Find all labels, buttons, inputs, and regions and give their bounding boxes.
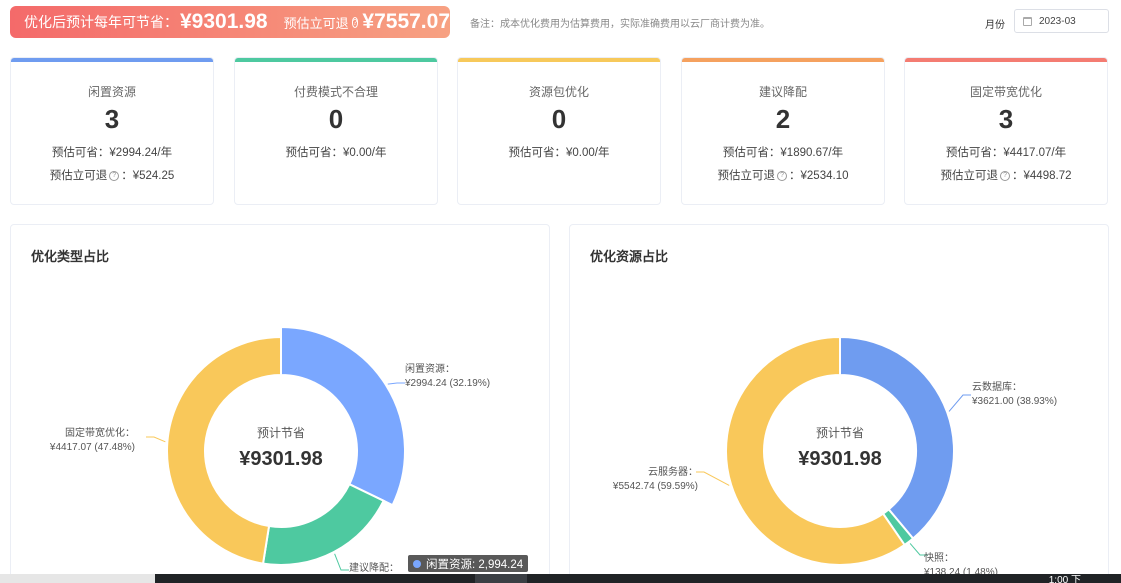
card-accent-bar (905, 58, 1107, 62)
annual-savings-value: ¥9301.98 (180, 10, 268, 33)
card-title: 闲置资源 (87, 85, 136, 99)
card-refund-value: ：¥4498.72 (1012, 170, 1072, 182)
cost-note: 备注：成本优化费用为估算费用，实际准确费用以云厂商计费为准。 (470, 19, 770, 30)
card-refund: 预估立可退? ：¥4498.72 (905, 167, 1107, 183)
refund-value: ¥7557.07 (362, 10, 450, 33)
card-refund: 预估立可退? ：¥2534.10 (682, 167, 884, 183)
month-label: 月份 (985, 20, 1005, 31)
slice-label-name: 快照： (924, 552, 954, 564)
slice-leader-line (387, 382, 405, 385)
chart-tooltip: 闲置资源: 2,994.24 (408, 555, 529, 572)
card-accent-bar (682, 58, 884, 62)
card-refund: 预估立可退? ：¥524.25 (11, 167, 213, 183)
summary-card[interactable]: 闲置资源 3 预估可省：¥2994.24/年 预估立可退? ：¥524.25 (10, 57, 214, 205)
card-refund-value: ：¥524.25 (121, 170, 175, 182)
card-count: 3 (998, 104, 1014, 134)
month-value: 2023-03 (1039, 15, 1076, 27)
slice-label-value: ¥2994.24 (32.19%) (404, 378, 490, 389)
card-estimated-savings: 预估可省：¥0.00/年 (508, 147, 610, 159)
help-icon[interactable]: ? (1000, 170, 1011, 181)
tooltip-text: 闲置资源: 2,994.24 (426, 558, 524, 571)
optimization-type-panel: 优化类型占比 闲置资源： ¥2994.24 (32.19%) 建议降配： 固定带宽优化… (10, 224, 550, 583)
slice-leader-line (948, 394, 971, 412)
help-icon[interactable]: ? (109, 170, 120, 181)
slice-leader-line (146, 436, 166, 443)
card-refund-value: ：¥2534.10 (789, 170, 849, 182)
donut-slice-0[interactable] (280, 325, 406, 507)
taskbar-item[interactable] (475, 574, 527, 583)
card-count: 3 (104, 104, 120, 134)
slice-label-value: ¥4417.07 (47.48%) (49, 442, 135, 453)
card-title: 固定带宽优化 (969, 85, 1042, 99)
donut-center-label: 预计节省 (257, 426, 305, 440)
card-title: 建议降配 (758, 85, 807, 99)
bottom-strip (0, 574, 155, 583)
card-estimated-savings: 预估可省：¥1890.67/年 (722, 147, 844, 159)
card-estimated-savings: 预估可省：¥0.00/年 (285, 147, 387, 159)
card-refund-label: 预估立可退 (49, 170, 108, 182)
card-refund-label: 预估立可退 (717, 170, 776, 182)
card-title: 付费模式不合理 (293, 85, 378, 99)
summary-card[interactable]: 建议降配 2 预估可省：¥1890.67/年预估立可退? ：¥2534.10 (681, 57, 885, 205)
help-icon[interactable]: ? (777, 170, 788, 181)
annual-savings-label: 优化后预计每年可节省： (24, 14, 178, 30)
card-accent-bar (458, 58, 660, 62)
slice-label-value: ¥5542.74 (59.59%) (612, 481, 698, 492)
summary-card[interactable]: 固定带宽优化 3 预估可省：¥4417.07/年预估立可退? ：¥4498.72 (904, 57, 1108, 205)
donut-center-value: ¥9301.98 (798, 448, 881, 470)
card-count: 0 (551, 104, 567, 134)
card-estimated-savings: 预估可省：¥4417.07/年 (945, 147, 1067, 159)
slice-label-name: 闲置资源： (405, 362, 455, 375)
optimization-resource-donut-chart: 云数据库：¥3621.00 (38.93%)快照：¥138.24 (1.48%)… (612, 335, 1057, 578)
optimization-resource-panel: 优化资源占比 云数据库： ¥3621.00 (38.93%) 快照： ¥138.24 … (569, 224, 1109, 583)
refund-label: 预估立可退 (283, 15, 349, 31)
card-accent-bar (235, 58, 437, 62)
card-refund-label: 预估立可退 (940, 170, 999, 182)
help-icon[interactable]: ? (351, 16, 359, 28)
optimization-type-donut-chart: 闲置资源： ¥2994.24 (32.19%) 建议降配： 固定带宽优化： ¥4417.… (49, 325, 490, 574)
card-count: 2 (775, 104, 791, 134)
donut-center-label: 预计节省 (816, 426, 864, 440)
savings-banner: 优化后预计每年可节省： ¥9301.98 预估立可退 ? ¥7557.07 (10, 6, 450, 38)
taskbar-clock: 1:00 下 (1048, 575, 1081, 583)
card-count: 0 (328, 104, 344, 134)
summary-card[interactable]: 资源包优化 0 预估可省：¥0.00/年 (457, 57, 661, 205)
card-accent-bar (11, 58, 213, 62)
donut-slice-1[interactable] (261, 482, 385, 566)
slice-label-name: 固定带宽优化： (65, 426, 135, 439)
tooltip-dot-icon (413, 559, 421, 568)
slice-label-name: 建议降配： (349, 561, 399, 574)
card-title: 资源包优化 (528, 85, 589, 99)
taskbar: 1:00 下 (155, 574, 1121, 583)
slice-label-name: 云数据库： (972, 380, 1022, 393)
donut-center-value: ¥9301.98 (239, 448, 322, 470)
calendar-icon (1023, 16, 1032, 26)
summary-card[interactable]: 付费模式不合理 0 预估可省：¥0.00/年 (234, 57, 438, 205)
slice-label-name: 云服务器： (648, 465, 698, 478)
slice-label-value: ¥3621.00 (38.93%) (971, 396, 1057, 407)
month-picker[interactable]: 2023-03 (1014, 9, 1109, 33)
slice-leader-line (696, 471, 730, 486)
card-estimated-savings: 预估可省：¥2994.24/年 (51, 147, 173, 159)
slice-leader-line (334, 553, 349, 571)
